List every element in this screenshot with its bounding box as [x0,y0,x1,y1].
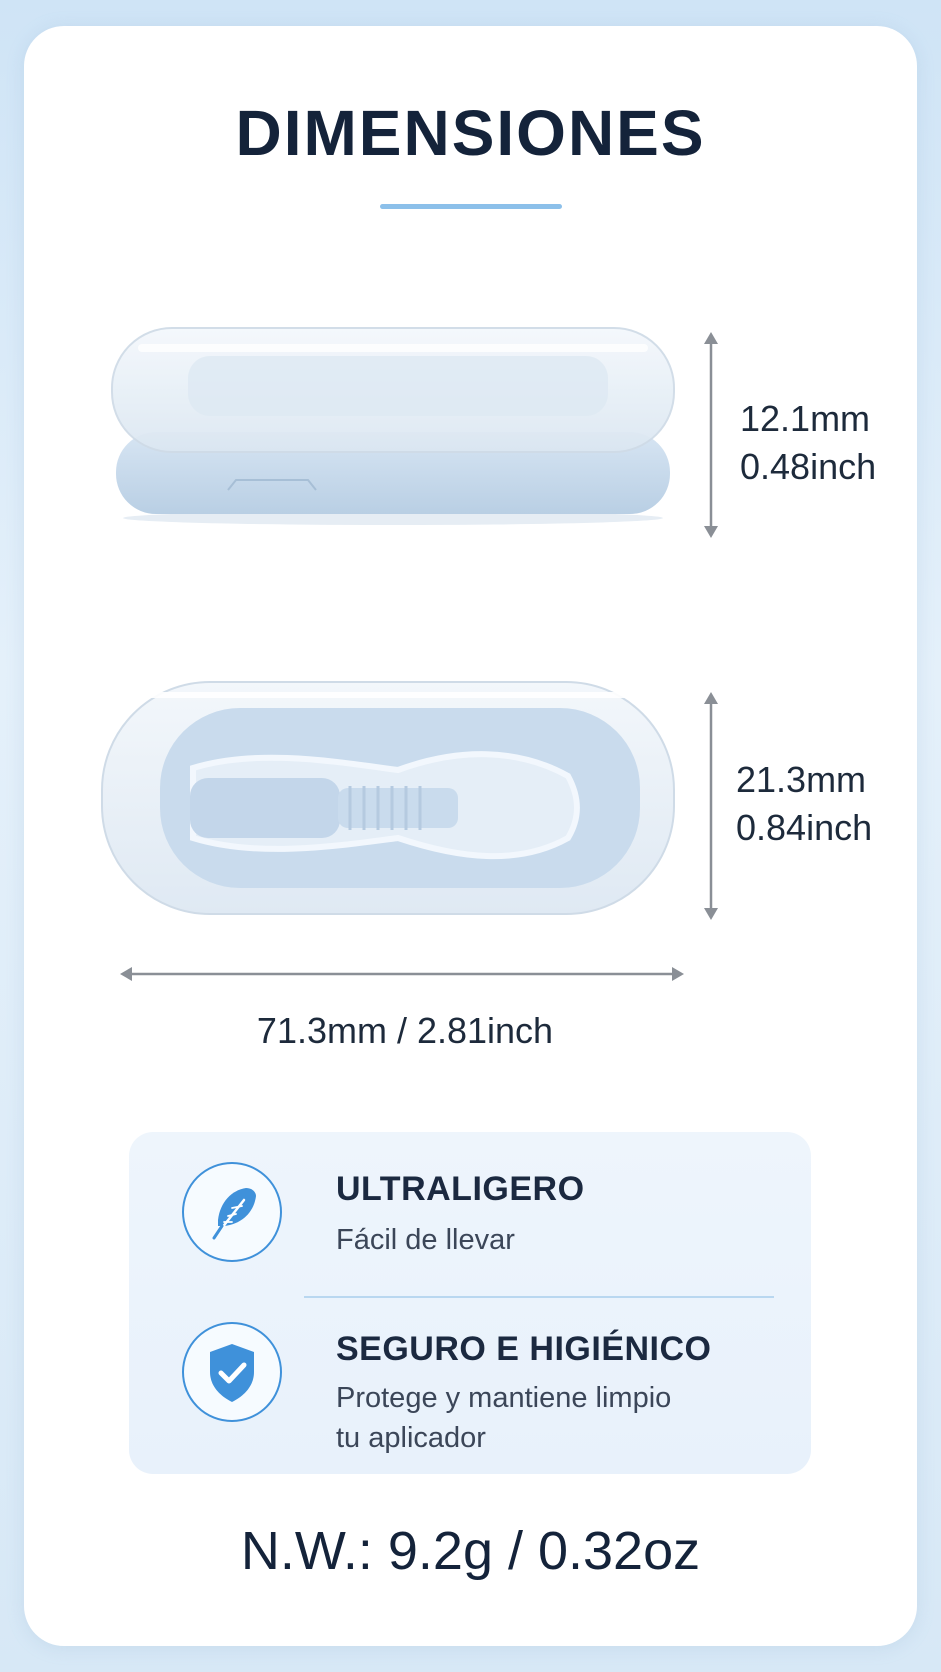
depth-dimension-arrow [704,692,718,920]
net-weight: N.W.: 9.2g / 0.32oz [240,1521,701,1581]
feather-icon [182,1162,282,1262]
height-inch: 0.48inch [740,446,877,487]
width-dimension-arrow [120,967,684,981]
height-dimension-label: 12.1mm 0.48inch [740,395,876,491]
feature-title-ultraligero: ULTRALIGERO [336,1170,585,1208]
case-side-view-image [111,327,675,525]
depth-dimension-label: 21.3mm 0.84inch [736,756,872,852]
height-mm: 12.1mm [740,398,871,439]
feature-title-seguro: SEGURO E HIGIÉNICO [336,1330,712,1368]
feature-desc-seguro: Protege y mantiene limpio tu aplicador [336,1382,672,1454]
title-underline [380,204,562,209]
depth-inch: 0.84inch [736,807,873,848]
height-dimension-arrow [704,332,718,538]
width-dimension-label: 71.3mm / 2.81inch [256,1010,554,1051]
case-top-view-image [101,681,675,915]
shield-check-icon [182,1322,282,1422]
depth-mm: 21.3mm [736,759,867,800]
page-title: DIMENSIONES [235,97,706,169]
feature-desc-ultraligero: Fácil de llevar [336,1224,515,1256]
features-divider [304,1296,774,1298]
